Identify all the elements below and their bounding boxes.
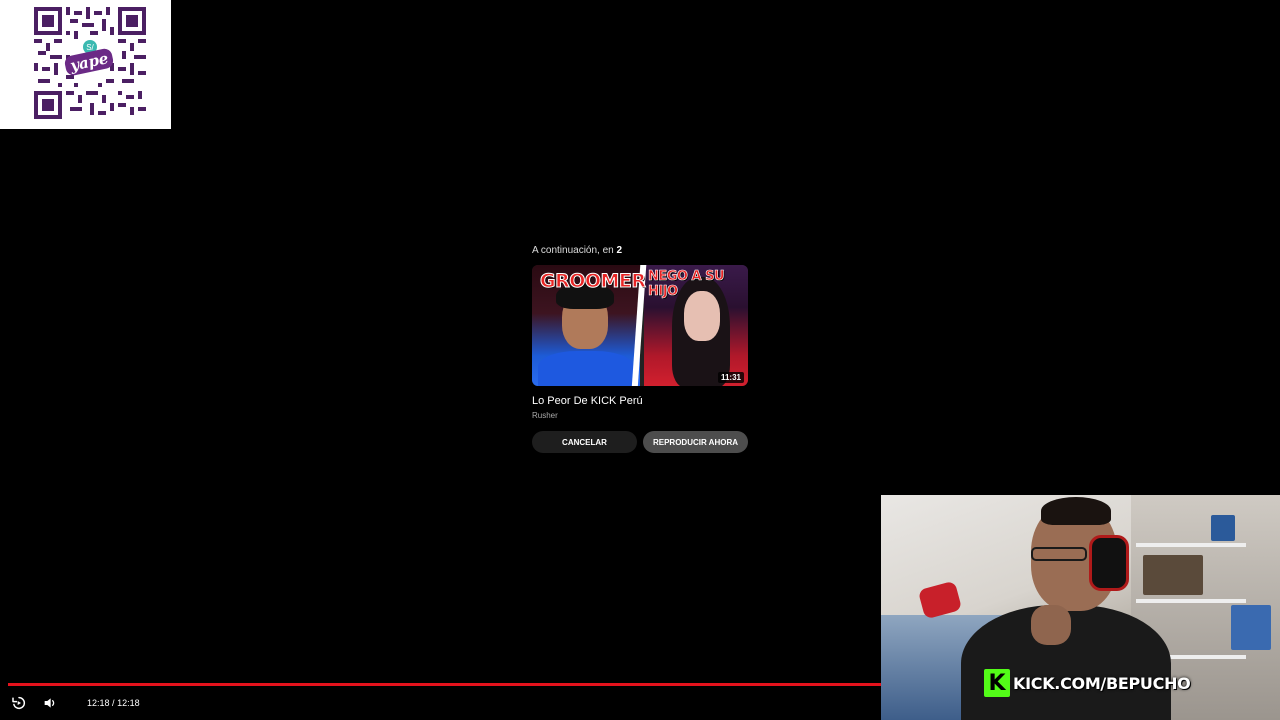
up-next-channel: Rusher — [532, 411, 558, 420]
up-next-thumbnail[interactable]: GROOMER NEGO A SU HIJO 11:31 — [532, 265, 748, 386]
progress-bar[interactable] — [8, 683, 881, 686]
up-next-card: A continuación, en 2 GROOMER NEGO A SU H… — [532, 244, 748, 453]
cancel-button[interactable]: CANCELAR — [532, 431, 637, 453]
webcam-person-hair — [1041, 497, 1111, 525]
video-duration-badge: 11:31 — [717, 372, 744, 383]
volume-icon[interactable] — [39, 692, 61, 714]
progress-bar-played — [8, 683, 881, 686]
up-next-prefix: A continuación, en — [532, 245, 614, 256]
webcam-overlay: K KICK.COM/BEPUCHO — [881, 495, 1280, 720]
kick-url: KICK.COM/BEPUCHO — [1013, 673, 1191, 693]
thumbnail-text-right: NEGO A SU HIJO — [648, 269, 725, 300]
thumbnail-text-left: GROOMER — [540, 270, 647, 293]
webcam-shelf — [1136, 543, 1246, 547]
thumbnail-left-shirt — [538, 351, 634, 386]
webcam-shelf-object — [1143, 555, 1203, 595]
up-next-heading: A continuación, en 2 — [532, 244, 748, 258]
total-time: 12:18 — [117, 698, 140, 708]
replay-icon[interactable] — [8, 692, 30, 714]
webcam-shelf-object — [1231, 605, 1271, 650]
webcam-headset — [1089, 535, 1129, 591]
yape-qr-overlay: S/ yape — [0, 0, 171, 129]
play-now-button[interactable]: REPRODUCIR AHORA — [643, 431, 748, 453]
current-time: 12:18 — [87, 698, 110, 708]
webcam-person-hand — [1031, 605, 1071, 645]
kick-channel-tag: K KICK.COM/BEPUCHO — [984, 669, 1191, 697]
webcam-microphone — [917, 580, 963, 620]
yape-logo: S/ yape — [63, 40, 115, 82]
up-next-countdown: 2 — [616, 245, 623, 256]
time-separator: / — [112, 698, 115, 708]
webcam-person-glasses — [1031, 547, 1087, 561]
kick-logo-icon: K — [984, 669, 1010, 697]
player-controls: 12:18 / 12:18 — [0, 692, 880, 714]
webcam-shelf-object — [1211, 515, 1235, 541]
yape-logo-text: yape — [63, 47, 115, 77]
video-player[interactable]: S/ yape A continuación, en 2 GROOMER NEG… — [0, 0, 1280, 720]
up-next-title[interactable]: Lo Peor De KICK Perú — [532, 394, 748, 408]
up-next-actions: CANCELAR REPRODUCIR AHORA — [532, 431, 748, 453]
webcam-shelf — [1136, 599, 1246, 603]
time-display: 12:18 / 12:18 — [87, 698, 140, 708]
